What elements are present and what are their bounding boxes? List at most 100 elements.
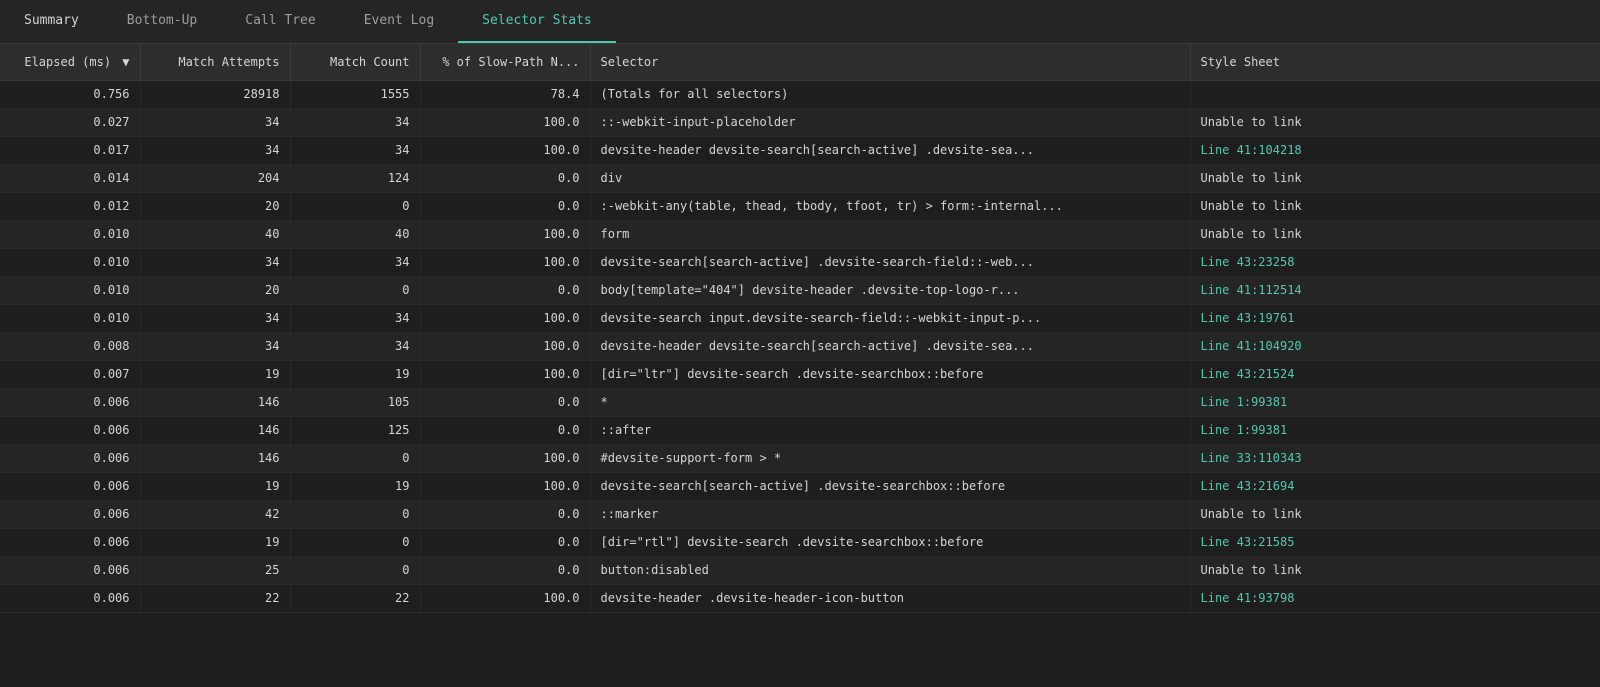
cell-stylesheet: Unable to link (1190, 192, 1600, 220)
cell-match-count: 0 (290, 192, 420, 220)
cell-selector: devsite-header .devsite-header-icon-butt… (590, 584, 1190, 612)
cell-selector: div (590, 164, 1190, 192)
cell-match-count: 34 (290, 332, 420, 360)
cell-match-count: 34 (290, 136, 420, 164)
table-row[interactable]: 0.0103434100.0devsite-search input.devsi… (0, 304, 1600, 332)
table-row[interactable]: 0.0062222100.0devsite-header .devsite-he… (0, 584, 1600, 612)
col-header-slow-path[interactable]: % of Slow-Path N... (420, 44, 590, 80)
cell-slow-path: 0.0 (420, 528, 590, 556)
tab-call-tree[interactable]: Call Tree (221, 0, 339, 43)
cell-stylesheet: Unable to link (1190, 556, 1600, 584)
cell-stylesheet: Unable to link (1190, 220, 1600, 248)
cell-match-count: 22 (290, 584, 420, 612)
cell-stylesheet[interactable]: Line 41:104920 (1190, 332, 1600, 360)
cell-selector: ::-webkit-input-placeholder (590, 108, 1190, 136)
cell-stylesheet[interactable]: Line 1:99381 (1190, 416, 1600, 444)
cell-stylesheet[interactable]: Line 1:99381 (1190, 388, 1600, 416)
table-row[interactable]: 0.0083434100.0devsite-header devsite-sea… (0, 332, 1600, 360)
table-row[interactable]: 0.0064200.0::markerUnable to link (0, 500, 1600, 528)
cell-selector: (Totals for all selectors) (590, 80, 1190, 108)
table-row[interactable]: 0.75628918155578.4(Totals for all select… (0, 80, 1600, 108)
cell-selector: devsite-search[search-active] .devsite-s… (590, 248, 1190, 276)
cell-elapsed: 0.010 (0, 276, 140, 304)
cell-match-count: 34 (290, 248, 420, 276)
table-row[interactable]: 0.0122000.0:-webkit-any(table, thead, tb… (0, 192, 1600, 220)
table-row[interactable]: 0.0061460100.0#devsite-support-form > *L… (0, 444, 1600, 472)
cell-match-count: 0 (290, 556, 420, 584)
tab-bottom-up[interactable]: Bottom-Up (103, 0, 221, 43)
cell-elapsed: 0.006 (0, 472, 140, 500)
cell-stylesheet[interactable]: Line 41:104218 (1190, 136, 1600, 164)
cell-elapsed: 0.756 (0, 80, 140, 108)
cell-stylesheet[interactable]: Line 33:110343 (1190, 444, 1600, 472)
cell-elapsed: 0.017 (0, 136, 140, 164)
table-row[interactable]: 0.0142041240.0divUnable to link (0, 164, 1600, 192)
cell-stylesheet[interactable]: Line 43:21694 (1190, 472, 1600, 500)
tab-event-log[interactable]: Event Log (340, 0, 458, 43)
cell-match-attempts: 34 (140, 136, 290, 164)
cell-selector: ::after (590, 416, 1190, 444)
cell-match-attempts: 34 (140, 248, 290, 276)
col-header-match-count[interactable]: Match Count (290, 44, 420, 80)
cell-slow-path: 100.0 (420, 444, 590, 472)
table-row[interactable]: 0.0061461050.0*Line 1:99381 (0, 388, 1600, 416)
cell-stylesheet[interactable]: Line 43:19761 (1190, 304, 1600, 332)
cell-stylesheet[interactable]: Line 43:21524 (1190, 360, 1600, 388)
cell-match-count: 1555 (290, 80, 420, 108)
cell-match-attempts: 146 (140, 416, 290, 444)
cell-match-attempts: 34 (140, 108, 290, 136)
col-header-selector[interactable]: Selector (590, 44, 1190, 80)
table-row[interactable]: 0.0102000.0body[template="404"] devsite-… (0, 276, 1600, 304)
cell-slow-path: 100.0 (420, 248, 590, 276)
table-row[interactable]: 0.0173434100.0devsite-header devsite-sea… (0, 136, 1600, 164)
cell-selector: form (590, 220, 1190, 248)
cell-elapsed: 0.008 (0, 332, 140, 360)
cell-match-attempts: 20 (140, 192, 290, 220)
cell-slow-path: 0.0 (420, 416, 590, 444)
cell-selector: devsite-header devsite-search[search-act… (590, 332, 1190, 360)
cell-selector: ::marker (590, 500, 1190, 528)
col-header-match-attempts[interactable]: Match Attempts (140, 44, 290, 80)
cell-stylesheet[interactable]: Line 43:21585 (1190, 528, 1600, 556)
cell-elapsed: 0.006 (0, 528, 140, 556)
cell-selector: #devsite-support-form > * (590, 444, 1190, 472)
col-header-elapsed[interactable]: Elapsed (ms) ▼ (0, 44, 140, 80)
col-header-stylesheet[interactable]: Style Sheet (1190, 44, 1600, 80)
cell-match-attempts: 28918 (140, 80, 290, 108)
table-row[interactable]: 0.0061461250.0::afterLine 1:99381 (0, 416, 1600, 444)
cell-stylesheet: Unable to link (1190, 500, 1600, 528)
cell-slow-path: 100.0 (420, 584, 590, 612)
cell-selector: body[template="404"] devsite-header .dev… (590, 276, 1190, 304)
table-container: Elapsed (ms) ▼ Match Attempts Match Coun… (0, 44, 1600, 613)
cell-match-attempts: 146 (140, 388, 290, 416)
table-row[interactable]: 0.0062500.0button:disabledUnable to link (0, 556, 1600, 584)
cell-stylesheet[interactable]: Line 41:93798 (1190, 584, 1600, 612)
table-row[interactable]: 0.0273434100.0::-webkit-input-placeholde… (0, 108, 1600, 136)
tab-selector-stats[interactable]: Selector Stats (458, 0, 616, 43)
cell-selector: [dir="ltr"] devsite-search .devsite-sear… (590, 360, 1190, 388)
cell-match-count: 34 (290, 108, 420, 136)
table-row[interactable]: 0.0103434100.0devsite-search[search-acti… (0, 248, 1600, 276)
cell-match-count: 124 (290, 164, 420, 192)
cell-slow-path: 100.0 (420, 136, 590, 164)
cell-selector: [dir="rtl"] devsite-search .devsite-sear… (590, 528, 1190, 556)
cell-match-count: 0 (290, 528, 420, 556)
cell-match-count: 0 (290, 276, 420, 304)
cell-slow-path: 100.0 (420, 108, 590, 136)
table-row[interactable]: 0.0061900.0[dir="rtl"] devsite-search .d… (0, 528, 1600, 556)
table-row[interactable]: 0.0071919100.0[dir="ltr"] devsite-search… (0, 360, 1600, 388)
cell-stylesheet: Unable to link (1190, 164, 1600, 192)
tabs-bar: SummaryBottom-UpCall TreeEvent LogSelect… (0, 0, 1600, 44)
cell-match-count: 34 (290, 304, 420, 332)
cell-selector: devsite-search input.devsite-search-fiel… (590, 304, 1190, 332)
cell-stylesheet[interactable]: Line 43:23258 (1190, 248, 1600, 276)
tab-summary[interactable]: Summary (0, 0, 103, 43)
table-row[interactable]: 0.0104040100.0formUnable to link (0, 220, 1600, 248)
cell-elapsed: 0.006 (0, 444, 140, 472)
cell-match-count: 40 (290, 220, 420, 248)
cell-elapsed: 0.006 (0, 556, 140, 584)
cell-slow-path: 100.0 (420, 220, 590, 248)
cell-match-attempts: 19 (140, 360, 290, 388)
table-row[interactable]: 0.0061919100.0devsite-search[search-acti… (0, 472, 1600, 500)
cell-stylesheet[interactable]: Line 41:112514 (1190, 276, 1600, 304)
